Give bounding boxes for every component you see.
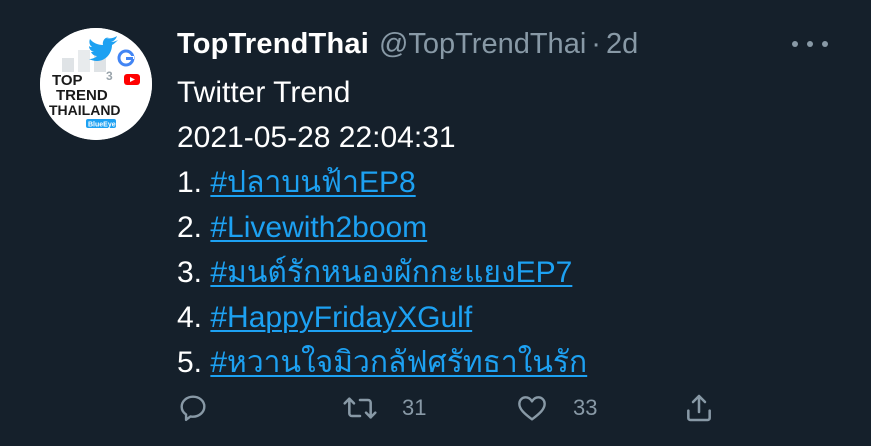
avatar-badge: BlueEye [88,122,116,129]
tweet-body: Twitter Trend 2021-05-28 22:04:31 1. #ปล… [177,70,587,385]
trend-item-2: 2. #Livewith2boom [177,205,587,250]
reply-button[interactable] [177,388,209,428]
trend-rank: 4. [177,301,203,334]
hashtag-link[interactable]: #Livewith2boom [210,211,427,244]
heart-icon [518,396,546,421]
hashtag-link[interactable]: #HappyFridayXGulf [210,301,472,334]
more-options-icon[interactable] [792,32,828,56]
tweet-timestamp: 2021-05-28 22:04:31 [177,121,456,154]
share-icon [687,394,711,422]
like-count: 33 [573,395,598,420]
retweet-button[interactable]: 31 [342,388,426,428]
trend-item-4: 4. #HappyFridayXGulf [177,295,587,340]
user-handle[interactable]: @TopTrendThai [379,28,586,61]
tweet-title: Twitter Trend [177,76,351,109]
trend-rank: 1. [177,166,203,199]
hashtag-link[interactable]: #มนต์รักหนองผักกะแยงEP7 [210,256,572,289]
retweet-count: 31 [402,395,427,420]
avatar-line3: THAILAND [49,102,121,118]
hashtag-link[interactable]: #ปลาบนฟ้าEP8 [210,166,415,199]
tweet-header: TopTrendThai @TopTrendThai · 2d [177,24,638,64]
avatar-logo: 3 TOP TREND THAILAND BlueEye [40,28,152,140]
tweet[interactable]: 3 TOP TREND THAILAND BlueEye TopTrendTha… [0,0,871,446]
trend-rank: 2. [177,211,203,244]
avatar[interactable]: 3 TOP TREND THAILAND BlueEye [40,28,152,140]
tweet-time[interactable]: 2d [606,28,638,61]
trend-rank: 3. [177,256,203,289]
reply-icon [180,395,206,422]
share-button[interactable] [683,388,715,428]
display-name[interactable]: TopTrendThai [177,28,369,61]
svg-text:3: 3 [106,69,113,83]
trend-item-5: 5. #หวานใจมิวกลัฟศรัทธาในรัก [177,340,587,385]
like-button[interactable]: 33 [515,388,597,428]
retweet-icon [343,397,377,419]
tweet-actions: 31 33 [177,388,737,428]
hashtag-link[interactable]: #หวานใจมิวกลัฟศรัทธาในรัก [210,346,587,379]
trend-item-1: 1. #ปลาบนฟ้าEP8 [177,160,587,205]
separator-dot: · [591,27,601,60]
trend-item-3: 3. #มนต์รักหนองผักกะแยงEP7 [177,250,587,295]
trend-rank: 5. [177,346,203,379]
